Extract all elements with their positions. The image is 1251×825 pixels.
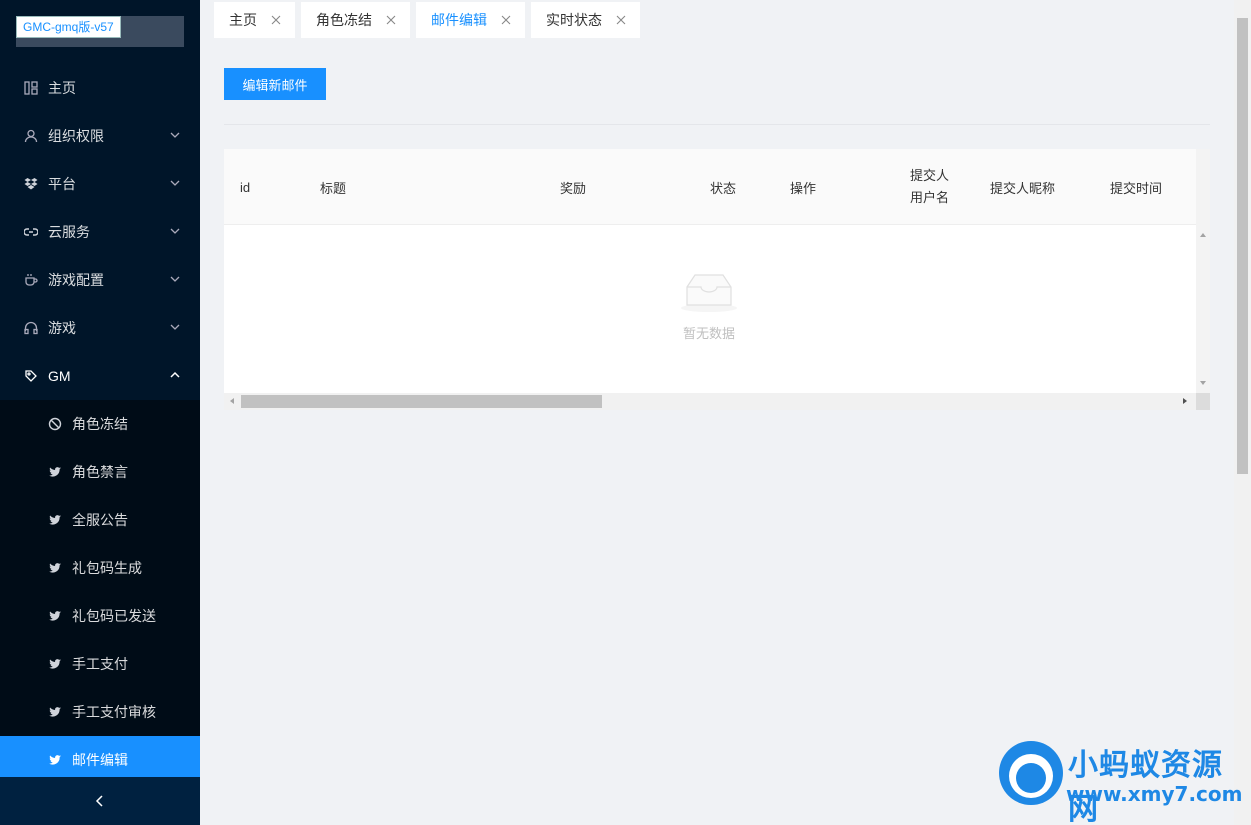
sidebar-item-label: 主页 (48, 80, 76, 96)
watermark-url: www.xmy7.com (1066, 782, 1243, 806)
sidebar-item-label: 平台 (48, 176, 76, 192)
column-header-actions: 操作 (790, 180, 817, 196)
twitter-icon (48, 753, 62, 767)
tab-mail-edit[interactable]: 邮件编辑 (416, 2, 525, 38)
chevron-down-icon (170, 180, 180, 186)
scroll-right-arrow-icon[interactable] (1181, 397, 1189, 405)
user-icon (24, 129, 38, 143)
sidebar-item-label: 云服务 (48, 224, 90, 240)
sidebar-item-label: 手工支付审核 (72, 704, 156, 720)
chevron-up-icon (170, 371, 180, 378)
sidebar-item-server-announcement[interactable]: 全服公告 (0, 496, 200, 544)
scroll-up-arrow-icon[interactable] (1199, 231, 1207, 239)
empty-text: 暂无数据 (682, 326, 735, 341)
sidebar-item-game[interactable]: 游戏 (0, 304, 200, 352)
headphones-icon (24, 321, 38, 335)
header-line: 提交人 (910, 168, 950, 183)
divider (224, 124, 1210, 125)
app-logo-text: GMC-gmq版-v57 (16, 16, 121, 38)
stop-icon (48, 417, 62, 431)
close-icon[interactable] (501, 15, 511, 25)
mail-table: id 标题 奖励 状态 操作 提交人 用户名 提交人昵称 提交时间 暂无数据 (224, 149, 1210, 410)
sidebar-item-label: 组织权限 (48, 128, 104, 144)
column-header-submit-time: 提交时间 (1110, 180, 1163, 196)
chevron-down-icon (170, 324, 180, 330)
sidebar-item-label: GM (48, 368, 71, 384)
sidebar-item-label: 角色禁言 (72, 464, 128, 480)
sidebar-item-manual-payment-review[interactable]: 手工支付审核 (0, 688, 200, 736)
tab-realtime-status[interactable]: 实时状态 (531, 2, 640, 38)
twitter-icon (48, 513, 62, 527)
sidebar-item-label: 全服公告 (72, 512, 128, 528)
new-mail-button[interactable]: 编辑新邮件 (224, 68, 326, 100)
close-icon[interactable] (386, 15, 396, 25)
twitter-icon (48, 561, 62, 575)
tab-label: 邮件编辑 (431, 12, 487, 28)
gm-submenu: 角色冻结 角色禁言 全服公告 礼包码生成 礼包码已发送 手工支付 手工支付审核 … (0, 400, 200, 784)
sidebar-menu: 主页 组织权限 平台 云服务 游戏配置 游戏 GM 角色冻结 角色禁言 全服公告… (0, 64, 200, 784)
sidebar-item-cloud-service[interactable]: 云服务 (0, 208, 200, 256)
twitter-icon (48, 465, 62, 479)
logo-area: GMC-gmq版-v57 (16, 16, 184, 47)
dropbox-icon (24, 177, 38, 191)
sidebar-item-label: 游戏 (48, 320, 76, 336)
sidebar-item-gm[interactable]: GM (0, 352, 200, 400)
column-header-status: 状态 (710, 180, 737, 196)
twitter-icon (48, 657, 62, 671)
page-scroll-thumb[interactable] (1237, 18, 1248, 474)
tab-label: 角色冻结 (316, 12, 372, 28)
watermark-logo (999, 741, 1063, 805)
empty-inbox-icon (681, 274, 737, 312)
watermark: 小蚂蚁资源网 www.xmy7.com (996, 738, 1246, 825)
column-header-submitter-username: 提交人 用户名 (910, 149, 949, 225)
column-header-id: id (240, 179, 251, 195)
tab-bar: 主页 角色冻结 邮件编辑 实时状态 (214, 2, 646, 38)
sidebar-item-label: 礼包码已发送 (72, 608, 156, 624)
sidebar-item-platform[interactable]: 平台 (0, 160, 200, 208)
tab-label: 实时状态 (546, 12, 602, 28)
tag-icon (24, 369, 38, 383)
sidebar-item-label: 邮件编辑 (72, 752, 128, 768)
link-icon (24, 225, 38, 239)
twitter-icon (48, 705, 62, 719)
chevron-left-icon (95, 795, 103, 807)
horizontal-scroll-thumb[interactable] (241, 395, 602, 408)
scroll-down-arrow-icon[interactable] (1199, 379, 1207, 387)
sidebar: GMC-gmq版-v57 主页 组织权限 平台 云服务 游戏配置 游戏 GM 角… (0, 0, 200, 825)
close-icon[interactable] (616, 15, 626, 25)
chevron-down-icon (170, 276, 180, 282)
table-vertical-scrollbar[interactable] (1196, 149, 1210, 393)
scrollbar-corner (1196, 393, 1210, 410)
column-header-reward: 奖励 (560, 180, 587, 196)
column-header-title: 标题 (320, 180, 347, 196)
sidebar-item-role-mute[interactable]: 角色禁言 (0, 448, 200, 496)
sidebar-item-label: 礼包码生成 (72, 560, 142, 576)
tab-home[interactable]: 主页 (214, 2, 295, 38)
sidebar-item-game-config[interactable]: 游戏配置 (0, 256, 200, 304)
sidebar-item-manual-payment[interactable]: 手工支付 (0, 640, 200, 688)
twitter-icon (48, 609, 62, 623)
page-scrollbar[interactable] (1234, 0, 1251, 825)
tab-role-freeze[interactable]: 角色冻结 (301, 2, 410, 38)
home-grid-icon (24, 81, 38, 95)
sidebar-item-home[interactable]: 主页 (0, 64, 200, 112)
column-header-submitter-nickname: 提交人昵称 (990, 180, 1056, 196)
table-header: id 标题 奖励 状态 操作 提交人 用户名 提交人昵称 提交时间 (224, 149, 1196, 225)
sidebar-collapse-button[interactable] (0, 777, 200, 825)
sidebar-item-label: 角色冻结 (72, 416, 128, 432)
header-line: 用户名 (910, 190, 950, 205)
sidebar-item-label: 手工支付 (72, 656, 128, 672)
sidebar-item-gift-code-generate[interactable]: 礼包码生成 (0, 544, 200, 592)
table-horizontal-scrollbar[interactable] (224, 393, 1196, 410)
tab-label: 主页 (229, 12, 257, 28)
sidebar-item-gift-code-sent[interactable]: 礼包码已发送 (0, 592, 200, 640)
sidebar-item-role-freeze[interactable]: 角色冻结 (0, 400, 200, 448)
close-icon[interactable] (271, 15, 281, 25)
sidebar-item-org-permissions[interactable]: 组织权限 (0, 112, 200, 160)
scroll-left-arrow-icon[interactable] (228, 397, 236, 405)
coffee-icon (24, 273, 38, 287)
chevron-down-icon (170, 132, 180, 138)
chevron-down-icon (170, 228, 180, 234)
sidebar-item-label: 游戏配置 (48, 272, 104, 288)
